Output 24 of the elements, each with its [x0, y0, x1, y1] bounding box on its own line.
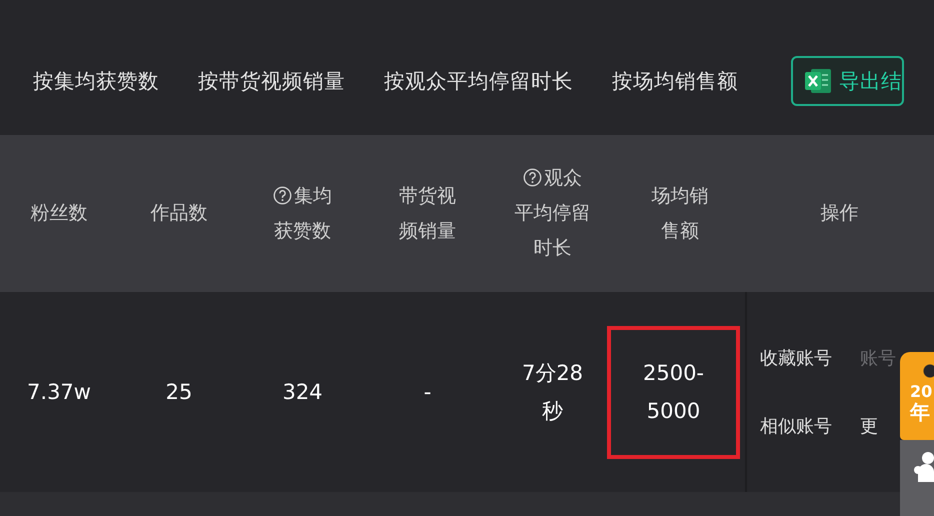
column-header: 操作	[820, 201, 858, 226]
table-cell-text: 324	[282, 379, 323, 406]
tag-text: 20	[910, 382, 934, 402]
export-button[interactable]: 导出结	[791, 56, 904, 106]
filter-tab[interactable]: 按场均销售额	[612, 66, 738, 94]
tag-text: 年	[910, 402, 931, 422]
filter-tab[interactable]: 按带货视频销量	[198, 66, 345, 94]
people-icon	[914, 450, 934, 484]
column-header: 带货视频销量	[398, 184, 456, 244]
table-cell-text: 7分28秒	[520, 360, 584, 425]
action-link[interactable]: 收藏账号	[760, 346, 832, 370]
action-link[interactable]: 相似账号	[760, 414, 832, 438]
column-header: 场均销售额	[651, 184, 709, 244]
column-header: 粉丝数	[30, 201, 88, 226]
column-header: 观众平均停留时长	[514, 166, 591, 261]
table-cell-text: 7.37w	[27, 379, 91, 406]
filter-tab[interactable]: 按集均获赞数	[33, 66, 159, 94]
table-cell-text: 2500-5000	[642, 360, 706, 425]
action-link[interactable]: 更	[860, 414, 896, 438]
column-header: 作品数	[150, 201, 208, 226]
column-header: 集均获赞数	[272, 184, 333, 244]
table-cell-text: 25	[166, 379, 192, 406]
table-cell-text: -	[424, 379, 432, 406]
filter-tab[interactable]: 按观众平均停留时长	[384, 66, 573, 94]
